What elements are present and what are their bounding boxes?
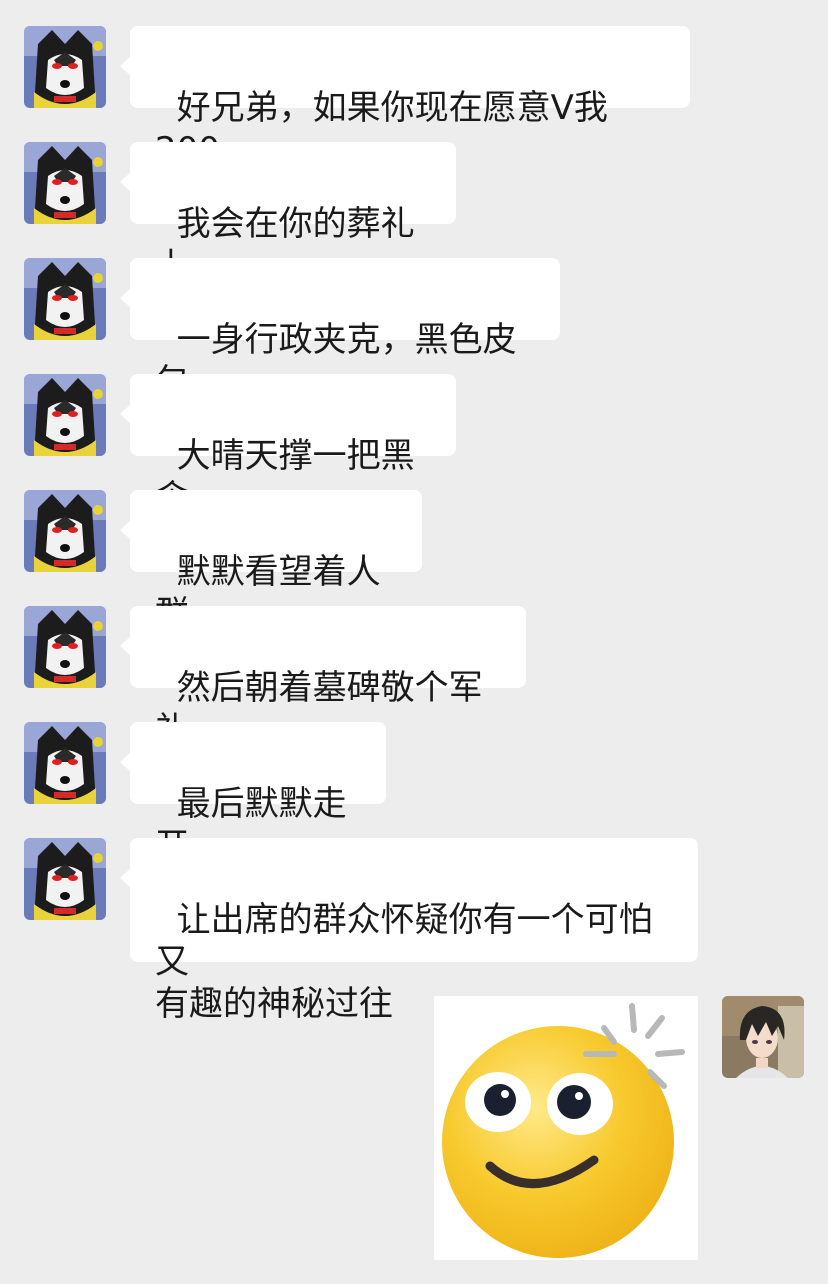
my-avatar[interactable] <box>722 996 804 1078</box>
husky-dog-avatar-icon <box>24 374 106 456</box>
message-bubble[interactable]: 我会在你的葬礼上 <box>120 142 456 286</box>
husky-dog-avatar-icon <box>24 142 106 224</box>
message-bubble[interactable]: 让出席的群众怀疑你有一个可怕又 有趣的神秘过往 <box>120 838 698 1024</box>
friend-avatar[interactable] <box>24 606 106 688</box>
husky-dog-avatar-icon <box>24 838 106 920</box>
husky-dog-avatar-icon <box>24 490 106 572</box>
message-bubble[interactable]: 一身行政夹克，黑色皮包 <box>120 258 560 402</box>
message-bubble[interactable]: 默默看望着人群 <box>120 490 422 634</box>
friend-avatar[interactable] <box>24 142 106 224</box>
husky-dog-avatar-icon <box>24 606 106 688</box>
anime-boy-avatar-icon <box>722 996 804 1078</box>
smiling-emoji-sticker-icon <box>442 1003 685 1258</box>
message-bubble[interactable]: 最后默默走开 <box>120 722 386 866</box>
friend-avatar[interactable] <box>24 26 106 108</box>
husky-dog-avatar-icon <box>24 722 106 804</box>
friend-avatar[interactable] <box>24 374 106 456</box>
friend-avatar[interactable] <box>24 490 106 572</box>
friend-avatar[interactable] <box>24 722 106 804</box>
message-bubble[interactable]: 然后朝着墓碑敬个军礼 <box>120 606 526 750</box>
message-bubble[interactable]: 大晴天撑一把黑伞 <box>120 374 456 518</box>
message-bubble[interactable]: 好兄弟，如果你现在愿意V我200 <box>120 26 690 170</box>
friend-avatar[interactable] <box>24 258 106 340</box>
husky-dog-avatar-icon <box>24 258 106 340</box>
sticker-message[interactable] <box>434 996 698 1260</box>
husky-dog-avatar-icon <box>24 26 106 108</box>
friend-avatar[interactable] <box>24 838 106 920</box>
